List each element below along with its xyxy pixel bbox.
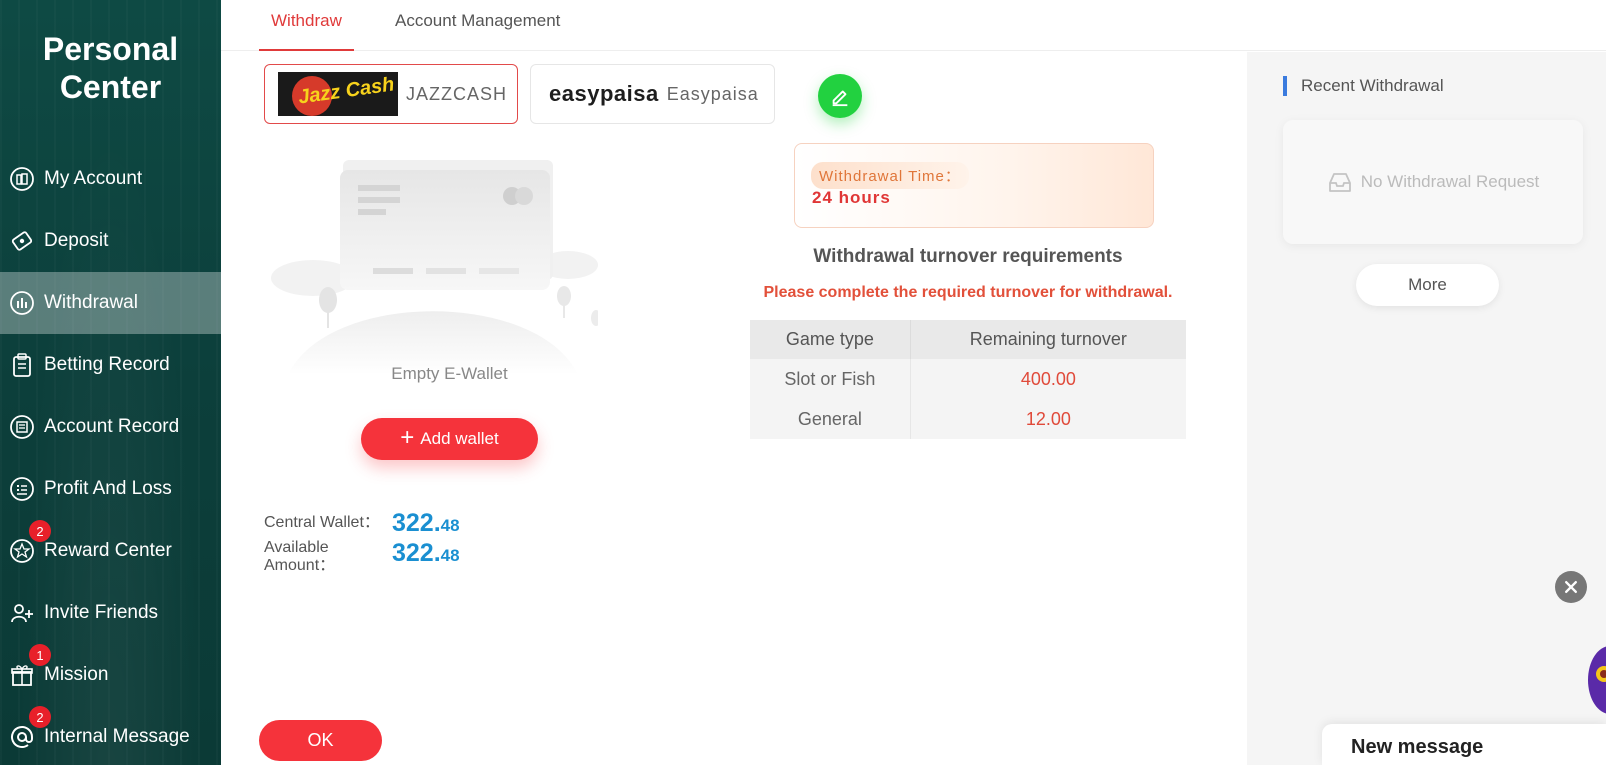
table-header-row: Game type Remaining turnover bbox=[750, 320, 1186, 359]
easypaisa-logo: easypaisa bbox=[549, 81, 659, 106]
sidebar-item-reward-center[interactable]: Reward Center 2 bbox=[0, 520, 221, 582]
empty-wallet-illustration bbox=[271, 160, 598, 375]
available-amount-value: 322.48 bbox=[392, 539, 460, 567]
star-icon bbox=[8, 537, 36, 565]
sidebar: Personal Center My Account Deposit Withd… bbox=[0, 0, 221, 765]
sidebar-item-my-account[interactable]: My Account bbox=[0, 148, 221, 210]
account-icon bbox=[8, 165, 36, 193]
list-icon bbox=[8, 475, 36, 503]
new-message-bar[interactable]: New message bbox=[1322, 724, 1606, 765]
mission-badge: 1 bbox=[29, 644, 51, 666]
game-type-cell: General bbox=[750, 399, 911, 439]
remaining-turnover-cell: 400.00 bbox=[910, 359, 1186, 399]
sidebar-item-label: My Account bbox=[44, 168, 143, 189]
withdrawal-time-card: Withdrawal Time： 24 hours bbox=[794, 143, 1154, 228]
wallet-name-easypaisa: Easypaisa bbox=[666, 83, 759, 104]
recent-withdrawal-title: Recent Withdrawal bbox=[1283, 76, 1444, 96]
more-button[interactable]: More bbox=[1356, 264, 1499, 306]
reward-badge: 2 bbox=[29, 520, 51, 542]
edit-wallet-button[interactable] bbox=[818, 74, 862, 118]
jazzcash-logo: Jazz Cash bbox=[278, 72, 398, 116]
message-badge: 2 bbox=[29, 706, 51, 728]
sidebar-item-withdrawal[interactable]: Withdrawal bbox=[0, 272, 221, 334]
sidebar-item-label: Internal Message bbox=[44, 726, 190, 747]
inbox-icon bbox=[1328, 173, 1351, 192]
wallet-card-easypaisa[interactable]: easypaisa Easypaisa bbox=[530, 64, 775, 124]
table-row: General 12.00 bbox=[750, 399, 1186, 439]
sidebar-title: Personal Center bbox=[42, 31, 179, 105]
close-floating-button[interactable] bbox=[1555, 571, 1587, 603]
sidebar-item-account-record[interactable]: Account Record bbox=[0, 396, 221, 458]
sidebar-item-mission[interactable]: Mission 1 bbox=[0, 644, 221, 706]
gift-icon bbox=[8, 661, 36, 689]
wallet-name-jazzcash: JAZZCASH bbox=[406, 83, 508, 104]
sidebar-item-invite-friends[interactable]: Invite Friends bbox=[0, 582, 221, 644]
turnover-title: Withdrawal turnover requirements bbox=[813, 246, 1123, 267]
recent-withdrawal-panel: Recent Withdrawal No Withdrawal Request … bbox=[1247, 52, 1606, 765]
remaining-turnover-cell: 12.00 bbox=[910, 399, 1186, 439]
add-wallet-button[interactable]: + Add wallet bbox=[361, 418, 538, 460]
no-withdrawal-text: No Withdrawal Request bbox=[1360, 172, 1540, 191]
sidebar-item-label: Betting Record bbox=[44, 354, 170, 375]
invite-icon bbox=[8, 599, 36, 627]
plus-icon: + bbox=[400, 424, 415, 451]
central-wallet-label: Central Wallet： bbox=[264, 514, 380, 531]
ok-button[interactable]: OK bbox=[259, 720, 382, 761]
tab-withdraw[interactable]: Withdraw bbox=[259, 0, 354, 51]
top-tabs: Withdraw Account Management bbox=[221, 0, 1606, 51]
sidebar-item-label: Account Record bbox=[44, 416, 180, 437]
tab-account-management[interactable]: Account Management bbox=[395, 0, 560, 51]
sidebar-item-label: Reward Center bbox=[44, 540, 172, 561]
header-remaining-turnover: Remaining turnover bbox=[910, 320, 1186, 359]
sidebar-item-betting-record[interactable]: Betting Record bbox=[0, 334, 221, 396]
turnover-table: Game type Remaining turnover Slot or Fis… bbox=[750, 320, 1186, 439]
at-icon bbox=[8, 723, 36, 751]
sidebar-item-profit-and-loss[interactable]: Profit And Loss bbox=[0, 458, 221, 520]
sidebar-item-internal-message[interactable]: Internal Message 2 bbox=[0, 706, 221, 765]
central-wallet-value: 322.48 bbox=[392, 509, 460, 537]
ledger-icon bbox=[8, 413, 36, 441]
sidebar-item-deposit[interactable]: Deposit bbox=[0, 210, 221, 272]
withdrawal-time-value: 24 hours bbox=[812, 188, 891, 207]
available-amount-label: Available Amount： bbox=[264, 539, 336, 574]
empty-wallet-text: Empty E-Wallet bbox=[391, 364, 508, 383]
sidebar-item-label: Profit And Loss bbox=[44, 478, 172, 499]
close-icon bbox=[1565, 581, 1577, 593]
deposit-icon bbox=[8, 227, 36, 255]
game-type-cell: Slot or Fish bbox=[750, 359, 911, 399]
withdrawal-time-label: Withdrawal Time： bbox=[811, 162, 969, 189]
turnover-subtitle: Please complete the required turnover fo… bbox=[763, 284, 1173, 301]
wallet-card-jazzcash[interactable]: Jazz Cash JAZZCASH bbox=[264, 64, 518, 124]
sidebar-item-label: Withdrawal bbox=[44, 292, 138, 313]
no-withdrawal-box: No Withdrawal Request bbox=[1283, 120, 1583, 244]
table-row: Slot or Fish 400.00 bbox=[750, 359, 1186, 399]
pencil-icon bbox=[832, 90, 848, 107]
sidebar-item-label: Deposit bbox=[44, 230, 109, 251]
clipboard-icon bbox=[8, 351, 36, 379]
sidebar-item-label: Mission bbox=[44, 664, 109, 685]
sidebar-item-label: Invite Friends bbox=[44, 602, 159, 623]
withdrawal-icon bbox=[8, 289, 36, 317]
header-game-type: Game type bbox=[750, 320, 911, 359]
mascot-icon[interactable] bbox=[1588, 640, 1606, 720]
